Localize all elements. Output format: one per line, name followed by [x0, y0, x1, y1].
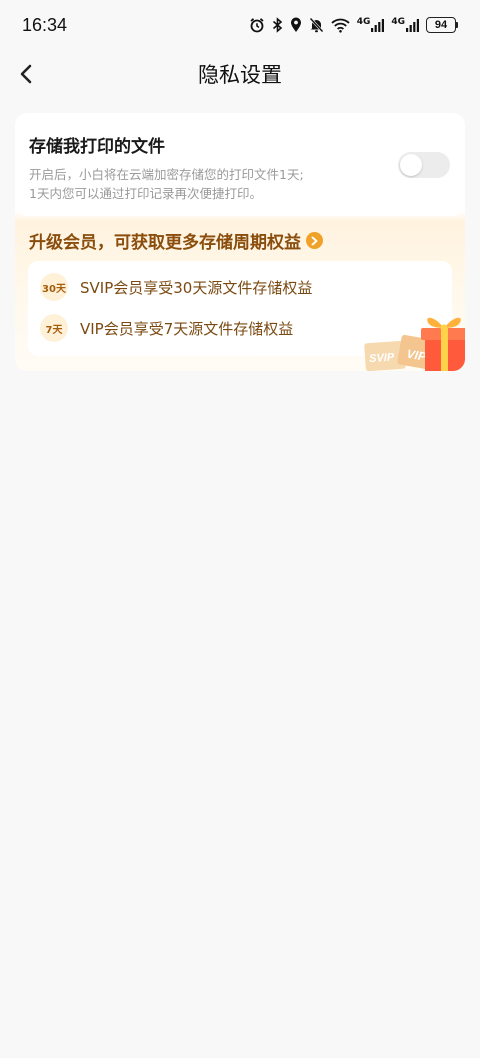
signal-2: 4G — [391, 18, 419, 32]
back-arrow-icon — [20, 64, 32, 84]
benefit-text: VIP会员享受7天源文件存储权益 — [80, 319, 294, 338]
setting-description-line1: 开启后，小白将在云端加密存储您的打印文件1天; — [29, 167, 304, 182]
signal-1: 4G — [357, 18, 385, 32]
storage-card: 存储我打印的文件 开启后，小白将在云端加密存储您的打印文件1天; 1天内您可以通… — [15, 113, 465, 371]
benefit-text: SVIP会员享受30天源文件存储权益 — [80, 278, 313, 297]
nav-bar: 隐私设置 — [0, 50, 480, 98]
mute-icon — [309, 17, 324, 33]
illus-card-svip: SVIP — [369, 351, 396, 365]
network-tag-1: 4G — [356, 17, 371, 27]
page-title: 隐私设置 — [198, 63, 282, 87]
setting-description: 开启后，小白将在云端加密存储您的打印文件1天; 1天内您可以通过打印记录再次便捷… — [29, 165, 359, 203]
status-bar: 16:34 4G 4G 94 — [0, 0, 480, 50]
benefit-badge: 30天 — [40, 273, 68, 301]
upgrade-link[interactable]: 升级会员，可获取更多存储周期权益 — [29, 228, 323, 253]
upgrade-text: 升级会员，可获取更多存储周期权益 — [29, 233, 301, 253]
setting-title: 存储我打印的文件 — [29, 137, 165, 157]
back-button[interactable] — [10, 58, 42, 90]
storage-toggle[interactable] — [398, 152, 450, 178]
signal-icon — [406, 19, 419, 32]
setting-description-line2: 1天内您可以通过打印记录再次便捷打印。 — [29, 186, 262, 201]
bluetooth-icon — [272, 17, 282, 33]
battery-icon: 94 — [426, 17, 458, 33]
toggle-knob — [400, 154, 422, 176]
wifi-icon — [331, 18, 350, 33]
list-item: 7天 VIP会员享受7天源文件存储权益 — [40, 314, 293, 342]
storage-setting: 存储我打印的文件 开启后，小白将在云端加密存储您的打印文件1天; 1天内您可以通… — [15, 113, 465, 216]
battery-level: 94 — [426, 17, 456, 33]
status-icons: 4G 4G 94 — [249, 17, 458, 33]
network-tag-2: 4G — [391, 17, 405, 27]
chevron-right-icon — [306, 232, 323, 249]
gift-box-icon: SVIP VIP — [364, 317, 465, 371]
location-icon — [290, 17, 301, 32]
signal-icon — [371, 19, 385, 32]
status-time: 16:34 — [22, 14, 68, 35]
list-item: 30天 SVIP会员享受30天源文件存储权益 — [40, 273, 312, 301]
benefit-badge: 7天 — [40, 314, 68, 342]
alarm-icon — [250, 18, 264, 33]
